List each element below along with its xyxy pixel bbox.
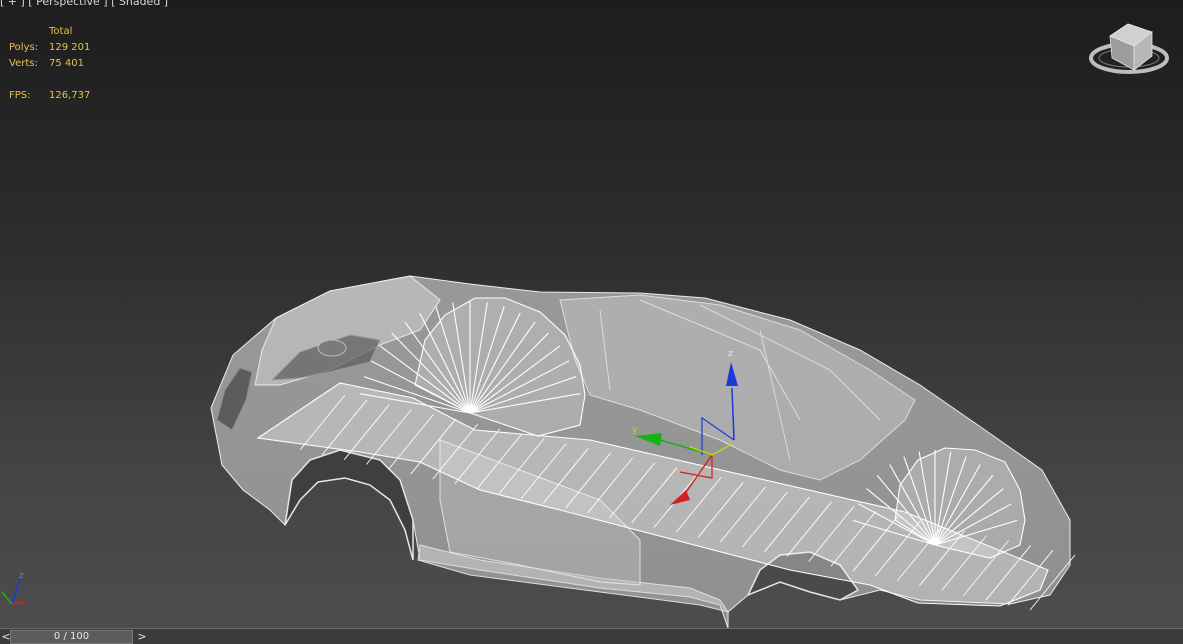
gizmo-z-label: z (728, 349, 733, 359)
car-headlight-lens (317, 339, 347, 357)
world-axis-z-label: z (19, 571, 24, 581)
timeline-bar: < 0 / 100 > (0, 628, 1183, 644)
world-axis-z (11, 579, 21, 605)
scene-canvas[interactable]: z y (0, 0, 1183, 628)
viewcube-icon[interactable] (1086, 14, 1172, 80)
timeline-next-button[interactable]: > (136, 630, 148, 644)
gizmo-y-label: y (632, 425, 638, 435)
world-axis-x (11, 601, 27, 605)
world-axis-tripod-icon: z (1, 571, 27, 605)
viewport[interactable]: [ + ] [ Perspective ] [ Shaded ] Total P… (0, 0, 1183, 628)
time-slider[interactable]: 0 / 100 (10, 630, 133, 644)
world-axis-y (1, 591, 13, 605)
